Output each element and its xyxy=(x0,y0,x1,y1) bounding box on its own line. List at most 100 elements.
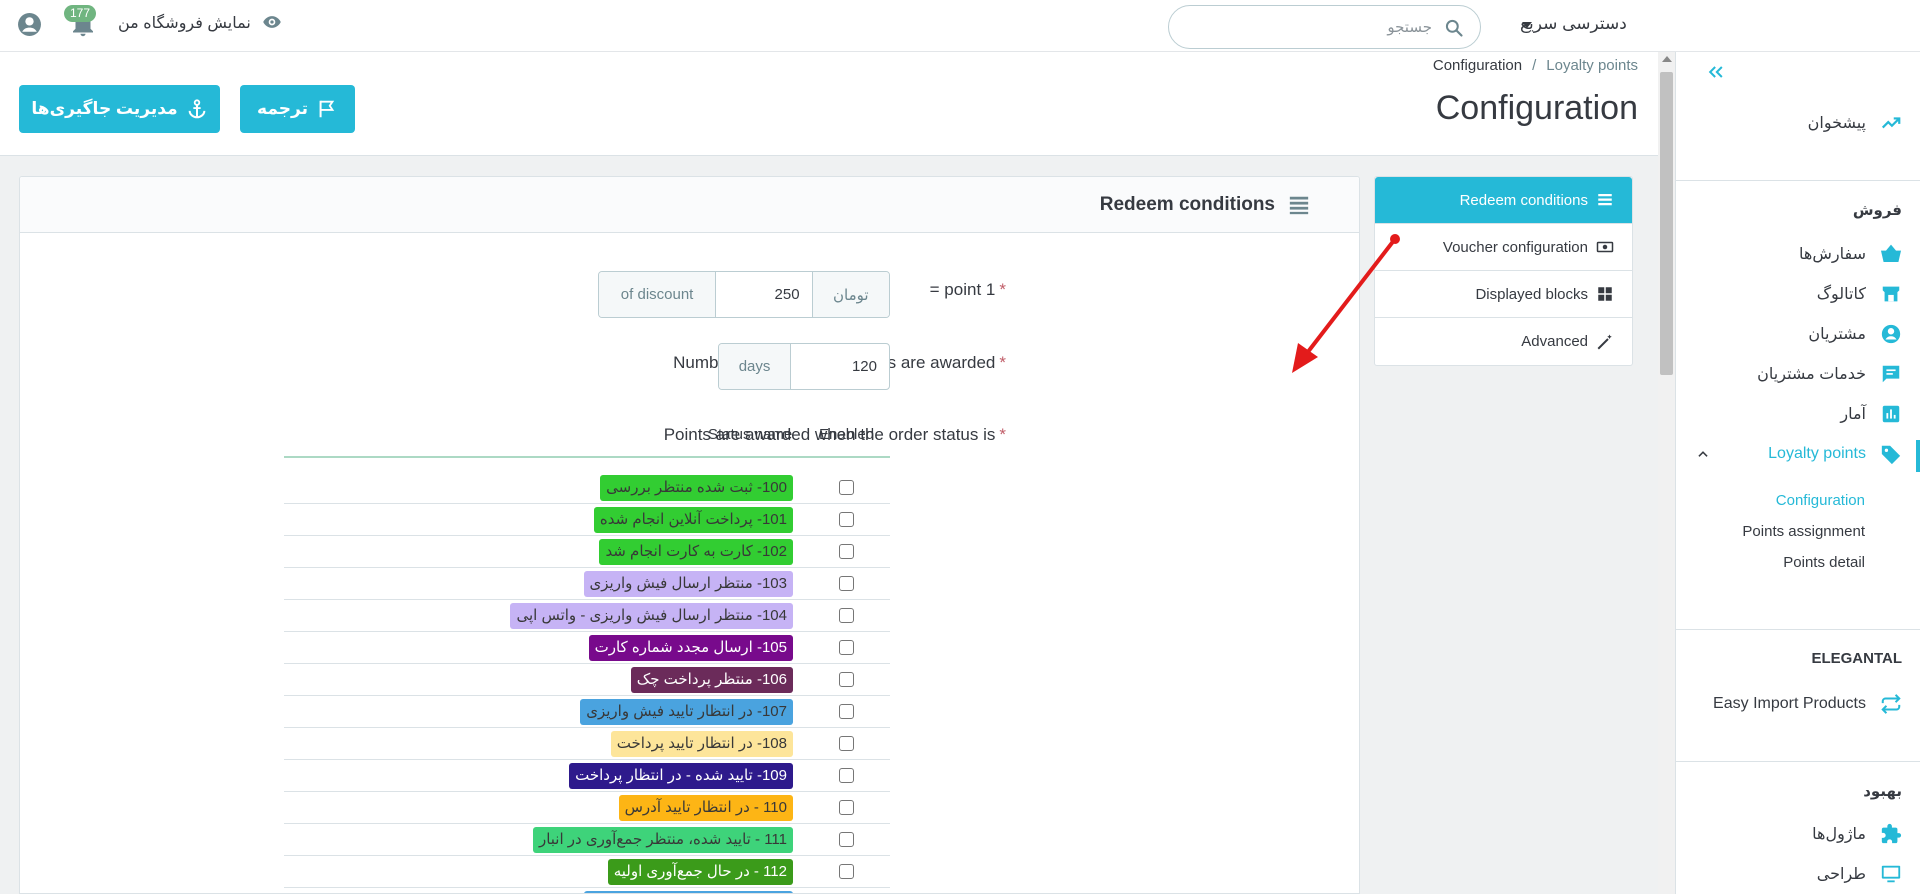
eye-icon[interactable] xyxy=(261,12,283,32)
tab-label: Displayed blocks xyxy=(1475,285,1588,303)
sidebar-item-dashboard[interactable]: پیشخوان xyxy=(1808,110,1902,136)
status-name-badge: 105- ارسال مجدد شماره کارت xyxy=(588,635,793,661)
sidebar-item-modules[interactable]: ماژول‌ها xyxy=(1812,821,1902,847)
required-mark: * xyxy=(999,425,1006,444)
tab-label: Advanced xyxy=(1521,333,1588,350)
sidebar-item-orders[interactable]: سفارش‌ها xyxy=(1799,241,1902,267)
column-header-status-name: Status name xyxy=(708,426,793,443)
status-name-badge: 100- ثبت شده منتظر بررسی xyxy=(600,475,793,501)
discount-addon: of discount xyxy=(599,272,716,317)
anchor-icon xyxy=(188,99,205,119)
sidebar-item-easy-import[interactable]: Easy Import Products xyxy=(1713,691,1902,717)
discount-value-input[interactable]: 250 xyxy=(715,272,813,317)
table-row: 102- کارت به کارت انجام شد xyxy=(284,536,890,568)
sidebar-item-label: Loyalty points xyxy=(1768,445,1866,462)
status-enabled-checkbox[interactable] xyxy=(839,640,854,655)
search-input[interactable]: جستجو xyxy=(1387,18,1432,36)
table-row: 106- منتظر پرداخت چک xyxy=(284,664,890,696)
bar-chart-icon xyxy=(1882,405,1900,423)
config-tabs: Redeem conditions Voucher configuration … xyxy=(1374,176,1633,366)
translate-label: ترجمه xyxy=(257,99,308,118)
table-row: 108- در انتظار تایید پرداخت xyxy=(284,728,890,760)
collapse-sidebar-icon[interactable] xyxy=(1706,62,1726,82)
required-mark: * xyxy=(999,353,1006,372)
search-icon[interactable] xyxy=(1444,18,1464,38)
sidebar-item-customer-service[interactable]: خدمات مشتریان xyxy=(1757,361,1902,387)
tab-displayed-blocks[interactable]: Displayed blocks xyxy=(1375,271,1632,318)
page-scrollbar[interactable] xyxy=(1658,52,1675,894)
status-name-badge: 106- منتظر پرداخت چک xyxy=(630,667,793,693)
status-name-badge: 109- تایید شده - در انتظار پرداخت xyxy=(569,763,793,789)
sidebar-item-label: مشتریان xyxy=(1808,326,1866,343)
days-input-group: days 120 xyxy=(718,343,890,390)
chevron-up-icon[interactable] xyxy=(1696,447,1710,461)
breadcrumb-separator: / xyxy=(1532,57,1537,74)
status-enabled-checkbox[interactable] xyxy=(839,768,854,783)
manage-locations-button[interactable]: مدیریت جاگیری‌ها xyxy=(19,85,220,133)
user-profile-icon[interactable] xyxy=(17,12,42,37)
sidebar-item-label: پیشخوان xyxy=(1807,115,1866,132)
sidebar-item-catalog[interactable]: کاتالوگ xyxy=(1817,281,1902,307)
notifications-count-badge: 177 xyxy=(64,5,97,22)
panel-header: Redeem conditions xyxy=(20,177,1359,233)
table-row: 111 - تایید شده، منتظر جمع‌آوری در انبار xyxy=(284,824,890,856)
tab-advanced[interactable]: Advanced xyxy=(1375,318,1632,365)
table-row: 104- منتظر ارسال فیش واریزی - واتس اپی xyxy=(284,600,890,632)
status-enabled-checkbox[interactable] xyxy=(839,672,854,687)
status-enabled-checkbox[interactable] xyxy=(839,544,854,559)
repeat-icon xyxy=(1881,694,1901,714)
sidebar-divider xyxy=(1676,761,1920,762)
sidebar-item-loyalty-points[interactable]: Loyalty points xyxy=(1768,441,1902,467)
tab-redeem-conditions[interactable]: Redeem conditions xyxy=(1375,177,1632,224)
status-enabled-checkbox[interactable] xyxy=(839,864,854,879)
status-enabled-checkbox[interactable] xyxy=(839,800,854,815)
status-name-badge: 112 - در حال جمع‌آوری اولیه xyxy=(607,859,793,885)
sidebar-item-label: طراحی xyxy=(1816,866,1866,883)
scrollbar-thumb[interactable] xyxy=(1660,72,1673,375)
days-value-input[interactable]: 120 xyxy=(790,344,889,389)
sidebar-subitem-configuration[interactable]: Configuration xyxy=(1776,492,1865,509)
sidebar-subitem-points-assignment[interactable]: Points assignment xyxy=(1742,523,1865,540)
desktop-icon xyxy=(1881,865,1901,883)
status-enabled-checkbox[interactable] xyxy=(839,832,854,847)
status-enabled-checkbox[interactable] xyxy=(839,480,854,495)
breadcrumb: Configuration / Loyalty points xyxy=(1433,57,1638,74)
sidebar-item-customers[interactable]: مشتریان xyxy=(1808,321,1902,347)
sidebar-item-stats[interactable]: آمار xyxy=(1840,401,1902,427)
status-enabled-checkbox[interactable] xyxy=(839,576,854,591)
top-bar: 177 نمایش فروشگاه من جستجو دسترسی سریع xyxy=(0,0,1920,52)
table-header-divider xyxy=(284,456,890,458)
breadcrumb-current: Configuration xyxy=(1432,57,1523,74)
status-enabled-checkbox[interactable] xyxy=(839,512,854,527)
panel-title: Redeem conditions xyxy=(1099,194,1275,215)
tab-voucher-configuration[interactable]: Voucher configuration xyxy=(1375,224,1632,271)
sidebar-divider xyxy=(1676,180,1920,181)
days-addon: days xyxy=(719,344,791,389)
list-icon xyxy=(1598,194,1612,206)
sidebar: پیشخوان فروش سفارش‌ها کاتالوگ مشتریان خد… xyxy=(1675,52,1920,894)
table-row: 105- ارسال مجدد شماره کارت xyxy=(284,632,890,664)
status-enabled-checkbox[interactable] xyxy=(839,704,854,719)
quick-access-dropdown[interactable]: دسترسی سریع xyxy=(1520,14,1627,34)
translate-button[interactable]: ترجمه xyxy=(240,85,355,133)
chat-icon xyxy=(1882,365,1900,383)
search-box[interactable]: جستجو xyxy=(1168,5,1481,49)
required-mark: * xyxy=(999,280,1006,299)
sidebar-section-improve: بهبود xyxy=(1863,783,1902,800)
view-my-shop-link[interactable]: نمایش فروشگاه من xyxy=(118,13,251,33)
sidebar-item-label: خدمات مشتریان xyxy=(1757,366,1866,383)
status-enabled-checkbox[interactable] xyxy=(839,608,854,623)
table-row: 101- پرداخت آنلاین انجام شده xyxy=(284,504,890,536)
trending-up-icon xyxy=(1881,117,1901,129)
tab-label: Redeem conditions xyxy=(1459,191,1588,209)
sidebar-item-label: Easy Import Products xyxy=(1713,695,1866,712)
sidebar-item-design[interactable]: طراحی xyxy=(1817,861,1902,887)
breadcrumb-parent[interactable]: Loyalty points xyxy=(1546,57,1638,74)
scroll-up-arrow-icon[interactable] xyxy=(1662,56,1672,62)
sidebar-subitem-points-detail[interactable]: Points detail xyxy=(1783,554,1865,571)
sidebar-item-label: آمار xyxy=(1840,406,1866,423)
grid-icon xyxy=(1598,287,1612,301)
status-enabled-checkbox[interactable] xyxy=(839,736,854,751)
tab-label: Voucher configuration xyxy=(1442,238,1588,256)
account-circle-icon xyxy=(1881,324,1901,344)
